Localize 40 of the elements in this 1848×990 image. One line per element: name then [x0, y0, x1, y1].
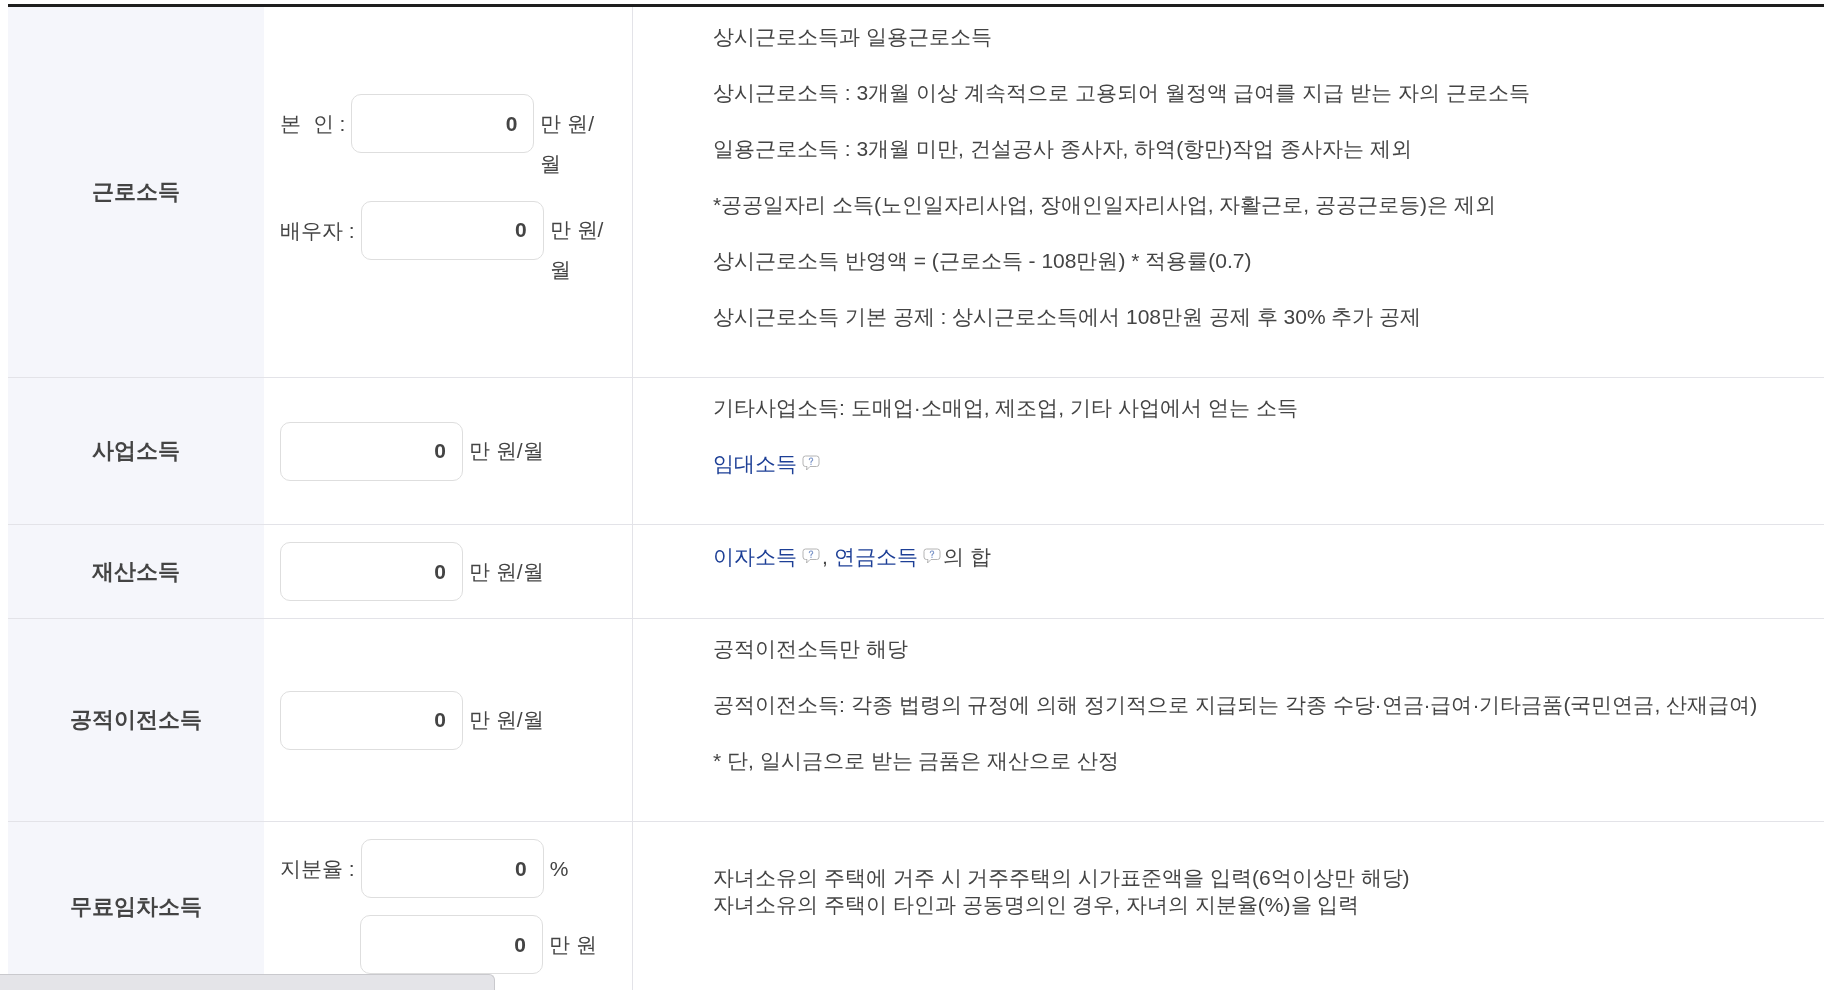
amount-input[interactable]: 0 — [360, 915, 543, 974]
row-header: 무료임차소득 — [70, 892, 202, 921]
unit-label: 만 원 — [549, 931, 597, 958]
note-text: 상시근로소득 기본 공제 : 상시근로소득에서 108만원 공제 후 30% 추가 공제 — [713, 304, 1423, 330]
unit-label: 만 원/월 — [469, 707, 544, 733]
field-label: 배우자 : — [280, 217, 355, 244]
row-header: 근로소득 — [92, 178, 180, 206]
amount-input[interactable]: 0 — [280, 421, 463, 481]
amount-input[interactable]: 0 — [280, 542, 463, 601]
note-text: *공공일자리 소득(노인일자리사업, 장애인일자리사업, 자활근로, 공공근로등)은 제외 — [713, 192, 1497, 218]
term-link[interactable]: 임대소득 — [713, 452, 797, 475]
amount-input[interactable]: 0 — [280, 690, 463, 750]
note-text: 자녀소유의 주택에 거주 시 거주주택의 시가표준액을 입력(6억이상만 해당) 자녀소유의 주택이 타인과 공동명의인 경우, 자녀의 지분율(%)을 입력 — [713, 865, 1410, 918]
note-text: 공적이전소득만 해당 — [713, 636, 909, 662]
field-label: 본 인 : — [280, 111, 346, 137]
row-header: 재산소득 — [92, 557, 180, 586]
term-link[interactable]: 연금소득 — [833, 544, 918, 568]
note-text: 상시근로소득과 일용근로소득 — [713, 24, 993, 50]
unit-label: 만 원/월 — [469, 558, 544, 585]
note-text: 공적이전소득: 각종 법령의 규정에 의해 정기적으로 지급되는 각종 수당·연금·급여·기타금품(국민연금, 산재급여) — [713, 692, 1758, 718]
help-bubble-icon[interactable] — [802, 547, 820, 564]
amount-input[interactable]: 0 — [360, 200, 544, 260]
unit-label: 만 원/월 — [469, 438, 544, 464]
note-text: * 단, 일시금으로 받는 금품은 재산으로 산정 — [713, 748, 1120, 774]
unit-label: % — [549, 855, 569, 882]
row-header: 공적이전소득 — [70, 706, 202, 734]
note-text: 일용근로소득 : 3개월 미만, 건설공사 종사자, 하역(항만)작업 종사자는 제외 — [713, 136, 1413, 162]
help-bubble-icon[interactable] — [802, 455, 820, 472]
note-text: 이자소득 , 연금소득 의 합 — [713, 543, 991, 570]
amount-input[interactable]: 0 — [351, 94, 535, 153]
unit-label: 만 원/월 — [540, 110, 595, 177]
term-link[interactable]: 이자소득 — [713, 544, 797, 568]
note-text: 상시근로소득 : 3개월 이상 계속적으로 고용되어 월정액 급여를 지급 받는 자의 근로소득 — [713, 80, 1530, 106]
note-text: 상시근로소득 반영액 = (근로소득 - 108만원) * 적용률(0.7) — [713, 248, 1253, 274]
field-label: 지분율 : — [280, 856, 355, 882]
note-text: 기타사업소득: 도매업·소매업, 제조업, 기타 사업에서 얻는 소득 — [713, 395, 1298, 421]
help-bubble-icon[interactable] — [922, 547, 941, 564]
unit-label: 만 원/월 — [549, 217, 605, 283]
row-header: 사업소득 — [92, 437, 180, 465]
amount-input[interactable]: 0 — [360, 839, 544, 898]
